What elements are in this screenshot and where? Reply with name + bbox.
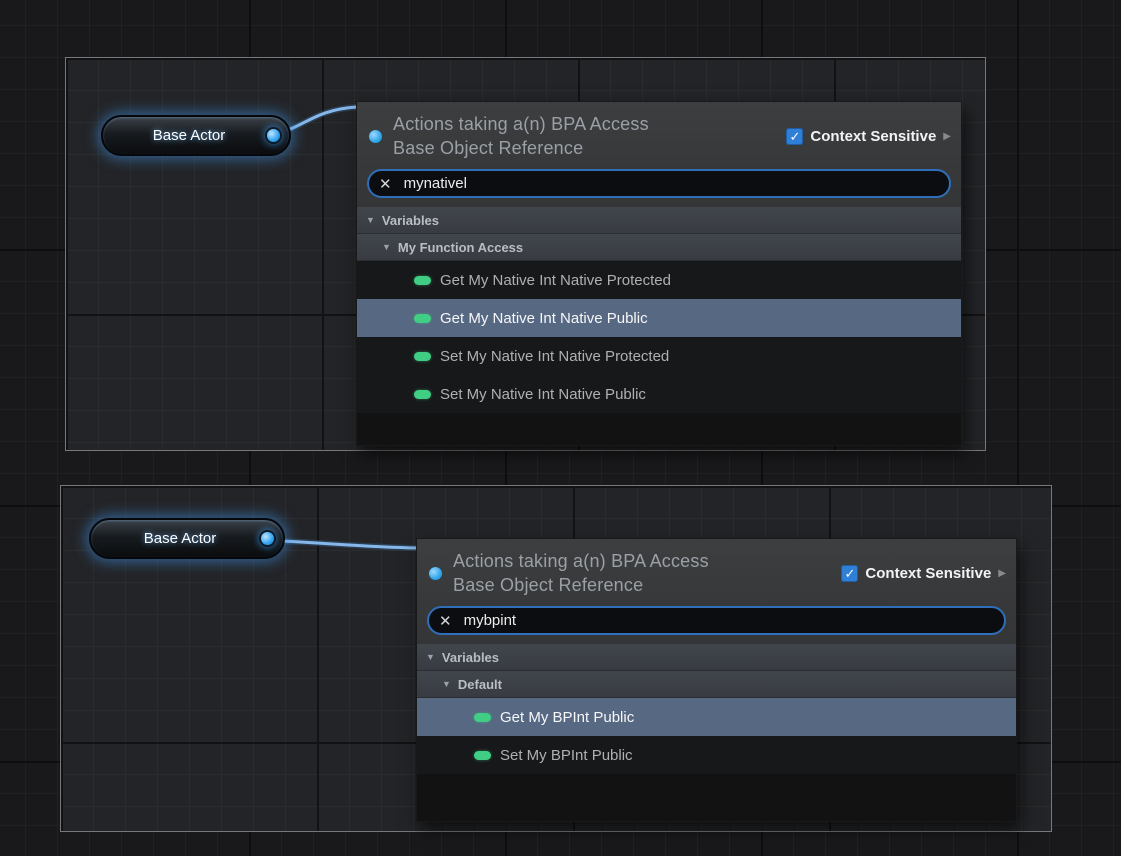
menu-title-line2: Base Object Reference (453, 573, 833, 597)
base-actor-node[interactable]: Base Actor (89, 518, 285, 559)
chevron-down-icon: ▼ (366, 215, 375, 225)
context-sensitive-label: Context Sensitive (810, 128, 936, 145)
graph-panel-top: Base Actor Actions taking a(n) BPA Acces… (65, 57, 986, 451)
list-item-label: Get My Native Int Native Protected (440, 272, 671, 289)
menu-title-line1: Actions taking a(n) BPA Access (393, 112, 778, 136)
context-sensitive-toggle[interactable]: ✓ Context Sensitive ▶ (786, 128, 951, 145)
list-item[interactable]: Set My Native Int Native Public (357, 375, 961, 413)
pin-type-icon (429, 567, 442, 580)
list-item-label: Set My Native Int Native Protected (440, 348, 669, 365)
context-action-menu: Actions taking a(n) BPA Access Base Obje… (416, 538, 1017, 822)
output-pin-icon[interactable] (267, 129, 280, 142)
chevron-right-icon[interactable]: ▶ (943, 131, 951, 142)
search-input[interactable] (402, 174, 939, 193)
chevron-down-icon: ▼ (382, 242, 391, 252)
section-header-variables[interactable]: ▼ Variables (357, 207, 961, 234)
action-list: ▼ Variables ▼ Default Get My BPInt Publi… (417, 644, 1016, 821)
context-action-menu: Actions taking a(n) BPA Access Base Obje… (356, 101, 962, 446)
context-sensitive-label: Context Sensitive (865, 565, 991, 582)
checkbox-checked-icon[interactable]: ✓ (786, 128, 803, 145)
menu-title-line2: Base Object Reference (393, 136, 778, 160)
section-label: My Function Access (398, 240, 523, 255)
base-actor-node[interactable]: Base Actor (101, 115, 291, 156)
search-box: ✕ (427, 606, 1006, 635)
list-item-label: Set My BPInt Public (500, 747, 633, 764)
menu-title: Actions taking a(n) BPA Access Base Obje… (453, 549, 833, 597)
output-pin-icon[interactable] (261, 532, 274, 545)
graph-panel-bottom: Base Actor Actions taking a(n) BPA Acces… (60, 485, 1052, 832)
blueprint-graph-canvas: { "colors": { "accent_blue": "#2fa3f0", … (0, 0, 1121, 856)
menu-header: Actions taking a(n) BPA Access Base Obje… (427, 549, 1006, 597)
context-sensitive-toggle[interactable]: ✓ Context Sensitive ▶ (841, 565, 1006, 582)
search-box: ✕ (367, 169, 951, 198)
section-header-default[interactable]: ▼ Default (417, 671, 1016, 698)
search-input[interactable] (462, 611, 994, 630)
section-header-my-function-access[interactable]: ▼ My Function Access (357, 234, 961, 261)
section-label: Default (458, 677, 502, 692)
clear-icon[interactable]: ✕ (439, 612, 452, 630)
chevron-down-icon: ▼ (442, 679, 451, 689)
chevron-right-icon[interactable]: ▶ (998, 568, 1006, 579)
chevron-down-icon: ▼ (426, 652, 435, 662)
section-label: Variables (382, 213, 439, 228)
list-item-label: Set My Native Int Native Public (440, 386, 646, 403)
node-label: Base Actor (144, 530, 217, 547)
list-item-selected[interactable]: Get My Native Int Native Public (357, 299, 961, 337)
node-label: Base Actor (153, 127, 226, 144)
list-item-label: Get My Native Int Native Public (440, 310, 648, 327)
action-list: ▼ Variables ▼ My Function Access Get My … (357, 207, 961, 445)
variable-pill-icon (414, 276, 431, 285)
menu-header: Actions taking a(n) BPA Access Base Obje… (367, 112, 951, 160)
list-item-label: Get My BPInt Public (500, 709, 634, 726)
checkbox-checked-icon[interactable]: ✓ (841, 565, 858, 582)
list-item[interactable]: Set My BPInt Public (417, 736, 1016, 774)
menu-title: Actions taking a(n) BPA Access Base Obje… (393, 112, 778, 160)
pin-type-icon (369, 130, 382, 143)
variable-pill-icon (414, 314, 431, 323)
menu-title-line1: Actions taking a(n) BPA Access (453, 549, 833, 573)
variable-pill-icon (414, 352, 431, 361)
list-item[interactable]: Set My Native Int Native Protected (357, 337, 961, 375)
section-label: Variables (442, 650, 499, 665)
menu-top: Actions taking a(n) BPA Access Base Obje… (357, 102, 961, 207)
menu-top: Actions taking a(n) BPA Access Base Obje… (417, 539, 1016, 644)
variable-pill-icon (414, 390, 431, 399)
clear-icon[interactable]: ✕ (379, 175, 392, 193)
variable-pill-icon (474, 713, 491, 722)
section-header-variables[interactable]: ▼ Variables (417, 644, 1016, 671)
list-item-selected[interactable]: Get My BPInt Public (417, 698, 1016, 736)
list-item[interactable]: Get My Native Int Native Protected (357, 261, 961, 299)
variable-pill-icon (474, 751, 491, 760)
